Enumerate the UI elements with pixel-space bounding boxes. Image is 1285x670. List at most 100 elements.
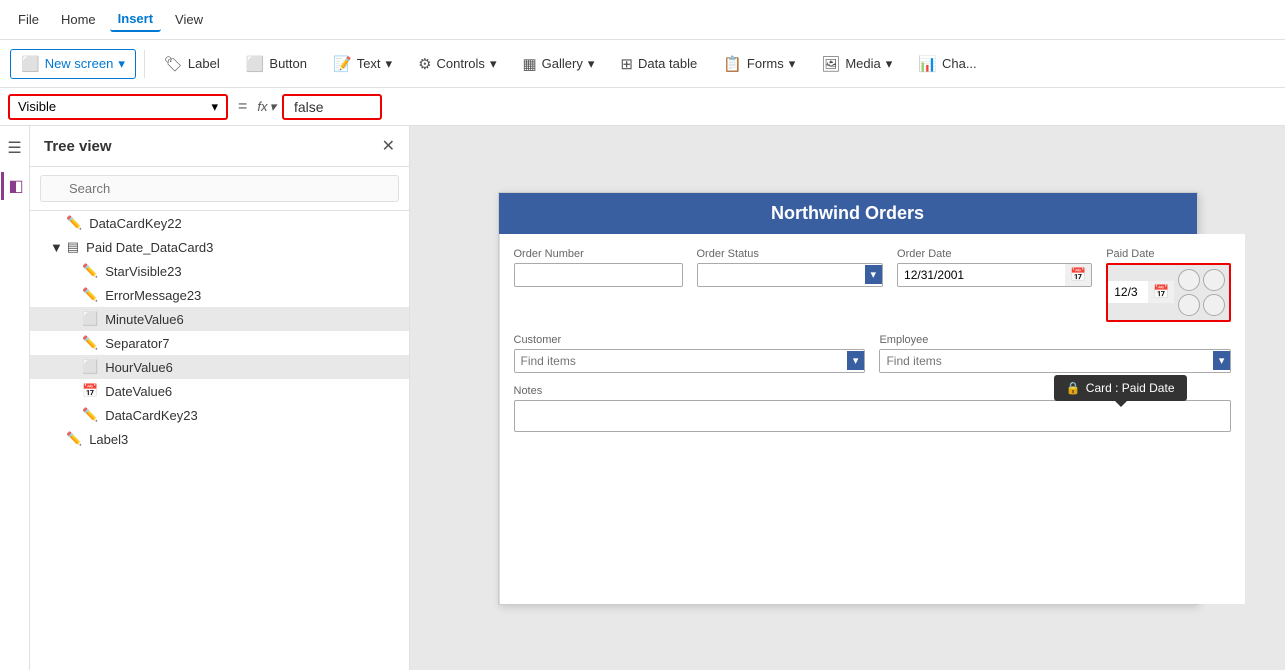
equals-sign: = (234, 98, 251, 116)
employee-select[interactable]: ▾ (879, 349, 1231, 373)
controls-chevron-icon: ▾ (490, 56, 497, 72)
paid-date-input[interactable]: 📅 (1106, 263, 1231, 322)
gallery-button[interactable]: ▦ Gallery ▾ (511, 49, 605, 79)
tree-item-errormessage23[interactable]: ✏️ ErrorMessage23 (30, 283, 409, 307)
forms-btn-text: Forms (747, 56, 784, 71)
tree-item-starvisible23[interactable]: ✏️ StarVisible23 (30, 259, 409, 283)
paid-date-group: Paid Date 📅 (1106, 248, 1231, 322)
forms-button[interactable]: 📋 Forms ▾ (712, 49, 806, 79)
layers-icon[interactable]: ◧ (1, 172, 27, 200)
circle-1 (1178, 269, 1200, 291)
order-number-group: Order Number (514, 248, 683, 322)
media-chevron-icon: ▾ (886, 56, 893, 72)
menu-view[interactable]: View (167, 8, 211, 31)
tree-item-hourvalue6[interactable]: ⬜ HourValue6 (30, 355, 409, 379)
tree-item-label: Separator7 (105, 336, 399, 351)
calendar-icon[interactable]: 📅 (1065, 264, 1091, 286)
tree-item-label: HourValue6 (105, 360, 399, 375)
tree-item-paiddate-datacard3[interactable]: ▼ ▤ Paid Date_DataCard3 (30, 235, 409, 259)
dropdown-chevron-icon: ▾ (211, 99, 218, 115)
employee-arrow-icon[interactable]: ▾ (1213, 351, 1231, 370)
paid-date-value[interactable] (1108, 281, 1148, 303)
order-number-input[interactable] (514, 263, 683, 287)
order-detail: Order Number Order Status ▾ Order Date (500, 234, 1246, 604)
button-button[interactable]: ⬜ Button (235, 49, 318, 79)
data-table-button[interactable]: ⊞ Data table (609, 49, 708, 79)
canvas-area: 🔒 Card : Paid Date Northwind Orders Orde… (410, 126, 1285, 670)
tree-item-label: Label3 (89, 432, 399, 447)
fx-chevron-icon: ▾ (269, 99, 276, 115)
paid-date-calendar-icon[interactable]: 📅 (1148, 281, 1174, 303)
tree-search-area: 🔍 (30, 167, 409, 211)
tree-panel: Tree view ✕ 🔍 ✏️ DataCardKey22 ▼ ▤ Paid … (30, 126, 410, 670)
tree-item-label: StarVisible23 (105, 264, 399, 279)
label-btn-text: Label (188, 56, 220, 71)
tree-item-datacardkey23[interactable]: ✏️ DataCardKey23 (30, 403, 409, 427)
property-dropdown-value: Visible (18, 99, 56, 114)
media-button[interactable]: 🖼 Media ▾ (810, 49, 903, 79)
new-screen-icon: ⬜ (21, 55, 40, 73)
form-row-2: Customer ▾ Employee ▾ (514, 334, 1232, 373)
edit-icon: ✏️ (82, 287, 98, 303)
menu-home[interactable]: Home (53, 8, 104, 31)
search-input[interactable] (40, 175, 399, 202)
gallery-icon: ▦ (522, 55, 536, 73)
new-screen-button[interactable]: ⬜ New screen ▾ (10, 49, 136, 79)
menu-file[interactable]: File (10, 8, 47, 31)
label-button[interactable]: 🏷 Label (153, 49, 231, 79)
tree-item-label: Paid Date_DataCard3 (86, 240, 399, 255)
order-date-label: Order Date (897, 248, 1092, 260)
order-date-group: Order Date 📅 (897, 248, 1092, 322)
tree-item-label: DateValue6 (105, 384, 399, 399)
charts-icon: 📊 (918, 55, 937, 73)
tree-item-minutevalue6[interactable]: ⬜ MinuteValue6 (30, 307, 409, 331)
customer-arrow-icon[interactable]: ▾ (847, 351, 865, 370)
rect-icon: ⬜ (82, 359, 98, 375)
tree-close-button[interactable]: ✕ (382, 136, 395, 156)
formula-value-input[interactable]: false (282, 94, 382, 120)
select-arrow-icon[interactable]: ▾ (865, 265, 883, 284)
tree-title: Tree view (44, 138, 112, 155)
paid-date-label: Paid Date (1106, 248, 1231, 260)
order-status-select[interactable]: ▾ (697, 263, 884, 287)
order-date-value[interactable] (898, 264, 1065, 286)
tree-item-label: MinuteValue6 (105, 312, 399, 327)
tree-item-datevalue6[interactable]: 📅 DateValue6 (30, 379, 409, 403)
divider-1 (144, 50, 145, 78)
chevron-down-icon: ▾ (118, 56, 125, 72)
northwind-app: 🔒 Card : Paid Date Northwind Orders Orde… (498, 192, 1198, 605)
order-date-input[interactable]: 📅 (897, 263, 1092, 287)
order-status-input[interactable] (698, 264, 865, 286)
gallery-btn-text: Gallery (542, 56, 583, 71)
toolbar: ⬜ New screen ▾ 🏷 Label ⬜ Button 📝 Text ▾… (0, 40, 1285, 88)
text-button[interactable]: 📝 Text ▾ (322, 49, 403, 79)
tree-item-label3[interactable]: ✏️ Label3 (30, 427, 409, 451)
edit-icon: ✏️ (82, 407, 98, 423)
button-btn-text: Button (269, 56, 307, 71)
customer-group: Customer ▾ (514, 334, 866, 373)
edit-icon: ✏️ (66, 215, 82, 231)
main-layout: ☰ ◧ Tree view ✕ 🔍 ✏️ DataCardKey22 ▼ ▤ P… (0, 126, 1285, 670)
charts-btn-text: Cha... (942, 56, 977, 71)
tree-item-separator7[interactable]: ✏️ Separator7 (30, 331, 409, 355)
edit-icon: ✏️ (82, 335, 98, 351)
menu-insert[interactable]: Insert (110, 7, 161, 32)
customer-select[interactable]: ▾ (514, 349, 866, 373)
form-row-1: Order Number Order Status ▾ Order Date (514, 248, 1232, 322)
customer-input[interactable] (515, 350, 847, 372)
tooltip-box: 🔒 Card : Paid Date (1054, 375, 1187, 401)
rect-icon: ⬜ (82, 311, 98, 327)
fx-button[interactable]: fx ▾ (257, 99, 276, 115)
hamburger-icon[interactable]: ☰ (3, 134, 25, 162)
label-icon: 🏷 (164, 55, 183, 73)
customer-label: Customer (514, 334, 866, 346)
charts-button[interactable]: 📊 Cha... (907, 49, 987, 79)
tree-item-datacardkey22[interactable]: ✏️ DataCardKey22 (30, 211, 409, 235)
menu-bar: File Home Insert View (0, 0, 1285, 40)
data-table-btn-text: Data table (638, 56, 697, 71)
controls-button[interactable]: ⚙ Controls ▾ (407, 49, 507, 79)
button-icon: ⬜ (246, 55, 265, 73)
order-status-group: Order Status ▾ (697, 248, 884, 322)
property-dropdown[interactable]: Visible ▾ (8, 94, 228, 120)
employee-input[interactable] (880, 350, 1212, 372)
